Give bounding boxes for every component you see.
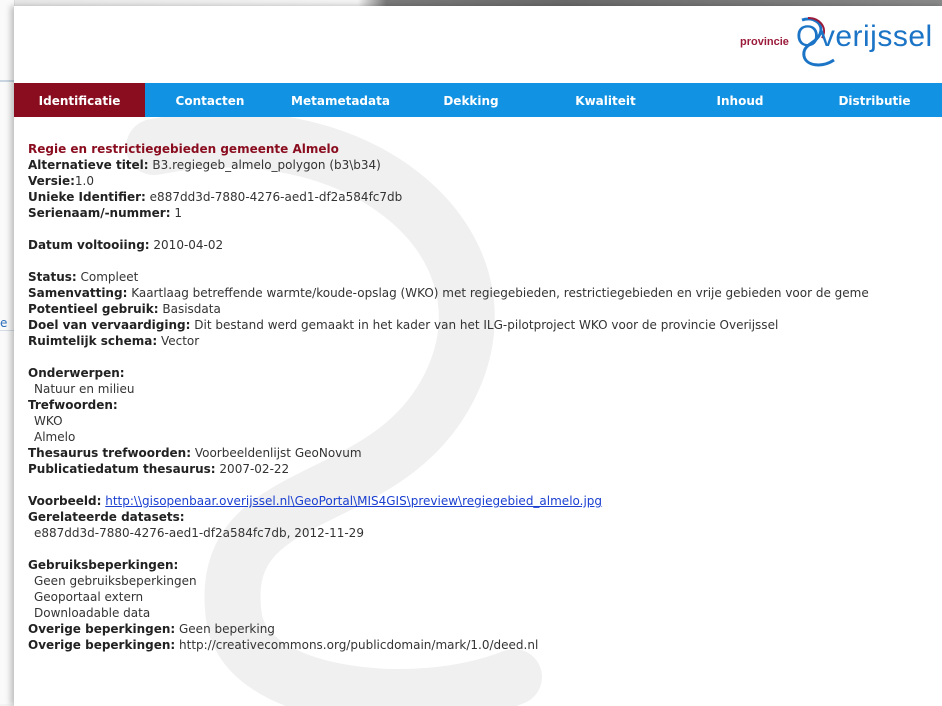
field-value: Vector [157,334,200,348]
field-label: Publicatiedatum thesaurus: [28,462,216,476]
field-value: Compleet [76,270,139,284]
field-related-datasets: Gerelateerde datasets: [28,509,869,525]
field-value: e887dd3d-7880-4276-aed1-df2a584fc7db [145,190,403,204]
field-value: Kaartlaag betreffende warmte/koude-opsla… [127,286,869,300]
list-item: Geoportaal extern [34,590,144,604]
field-value: Basisdata [158,302,221,316]
record-fields: Regie en restrictiegebieden gemeente Alm… [28,141,869,653]
field-value: B3.regiegeb_almelo_polygon (b3\b34) [148,158,381,172]
tab-kwaliteit[interactable]: Kwaliteit [536,83,675,117]
field-label: Onderwerpen: [28,366,125,380]
field-alt-title: Alternatieve titel: B3.regiegeb_almelo_p… [28,157,869,173]
page-header: provincie Overijssel [14,6,942,83]
provincie-overijssel-logo[interactable]: provincie Overijssel [738,14,938,74]
field-value: 1.0 [74,174,94,188]
logo-big-text: Overijssel [796,20,933,53]
preview-link[interactable]: http:\\gisopenbaar.overijssel.nl\GeoPort… [105,494,602,508]
field-purpose: Doel van vervaardiging: Dit bestand werd… [28,317,869,333]
field-label: Doel van vervaardiging: [28,318,191,332]
field-label: Gebruiksbeperkingen: [28,558,179,572]
tab-dekking[interactable]: Dekking [406,83,536,117]
background-divider [0,80,14,82]
field-label: Alternatieve titel: [28,158,149,172]
identification-panel: Regie en restrictiegebieden gemeente Alm… [14,117,942,706]
field-topics: Onderwerpen: [28,365,869,381]
field-value: 2010-04-02 [149,238,224,252]
field-series: Serienaam/-nummer: 1 [28,205,869,221]
field-label: Overige beperkingen: [28,622,176,636]
field-completion-date: Datum voltooiing: 2010-04-02 [28,237,869,253]
field-use-limitations: Gebruiksbeperkingen: [28,557,869,573]
tab-identificatie[interactable]: Identificatie [14,83,145,117]
tab-bar: Identificatie Contacten Metametadata Dek… [14,83,942,117]
list-item: Downloadable data [34,606,151,620]
field-other-restrictions: Overige beperkingen: Geen beperking [28,621,869,637]
field-value: 2007-02-22 [215,462,290,476]
field-value: http://creativecommons.org/publicdomain/… [175,638,539,652]
field-label: Overige beperkingen: [28,638,176,652]
field-preview: Voorbeeld: http:\\gisopenbaar.overijssel… [28,493,869,509]
field-label: Trefwoorden: [28,398,118,412]
field-thesaurus: Thesaurus trefwoorden: Voorbeeldenlijst … [28,445,869,461]
field-value: 1 [170,206,182,220]
tab-contacten[interactable]: Contacten [145,83,275,117]
field-label: Versie: [28,174,75,188]
field-label: Potentieel gebruik: [28,302,159,316]
field-thesaurus-date: Publicatiedatum thesaurus: 2007-02-22 [28,461,869,477]
field-label: Datum voltooiing: [28,238,150,252]
field-label: Voorbeeld: [28,494,102,508]
background-link[interactable]: e [0,316,7,330]
tab-inhoud[interactable]: Inhoud [675,83,805,117]
field-version: Versie:1.0 [28,173,869,189]
record-title: Regie en restrictiegebieden gemeente Alm… [28,142,339,156]
field-label: Thesaurus trefwoorden: [28,446,192,460]
field-other-restrictions: Overige beperkingen: http://creativecomm… [28,637,869,653]
list-item: Natuur en milieu [34,382,135,396]
field-status: Status: Compleet [28,269,869,285]
field-label: Serienaam/-nummer: [28,206,171,220]
field-label: Ruimtelijk schema: [28,334,158,348]
field-label: Gerelateerde datasets: [28,510,185,524]
list-item: WKO [34,414,63,428]
background-rule [0,330,14,331]
field-label: Status: [28,270,77,284]
field-spatial-schema: Ruimtelijk schema: Vector [28,333,869,349]
field-keywords: Trefwoorden: [28,397,869,413]
field-value: Dit bestand werd gemaakt in het kader va… [190,318,779,332]
field-value: Geen beperking [175,622,275,636]
background-window [0,0,15,704]
list-item: Almelo [34,430,76,444]
field-potential-use: Potentieel gebruik: Basisdata [28,301,869,317]
field-unique-identifier: Unieke Identifier: e887dd3d-7880-4276-ae… [28,189,869,205]
field-label: Samenvatting: [28,286,128,300]
list-item: Geen gebruiksbeperkingen [34,574,197,588]
list-item: e887dd3d-7880-4276-aed1-df2a584fc7db, 20… [34,526,364,540]
tab-metametadata[interactable]: Metametadata [275,83,406,117]
field-label: Unieke Identifier: [28,190,146,204]
field-summary: Samenvatting: Kaartlaag betreffende warm… [28,285,869,301]
tab-distributie[interactable]: Distributie [805,83,942,117]
metadata-window: provincie Overijssel Identificatie Conta… [14,6,942,706]
field-value: Voorbeeldenlijst GeoNovum [191,446,362,460]
logo-small-text: provincie [740,36,789,48]
